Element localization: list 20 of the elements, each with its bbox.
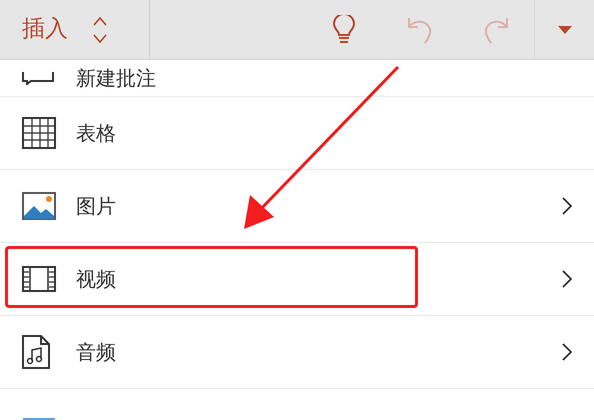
tab-title: 插入: [22, 15, 68, 44]
film-icon: [22, 266, 56, 292]
menu-item[interactable]: 新建批注: [0, 60, 594, 97]
expand-collapse-icon[interactable]: [92, 14, 108, 44]
music-file-icon: [22, 335, 50, 369]
menu-item-label: 视频: [76, 266, 116, 293]
menu-item[interactable]: 表格: [0, 97, 594, 170]
menu-item-label: 音频: [76, 339, 116, 366]
menu-item-label: 图片: [76, 193, 116, 220]
picture-icon: [22, 192, 56, 220]
undo-icon: [406, 15, 434, 45]
menu-item-label: 新建批注: [76, 65, 156, 92]
lightbulb-icon: [333, 15, 355, 45]
menu-item[interactable]: 音频: [0, 316, 594, 389]
redo-icon: [482, 15, 510, 45]
comment-icon: [22, 71, 56, 85]
menu-item[interactable]: 视频: [0, 243, 594, 316]
table-icon: [22, 117, 56, 149]
dropdown-icon: [558, 26, 572, 34]
menu-item-label: 表格: [76, 120, 116, 147]
